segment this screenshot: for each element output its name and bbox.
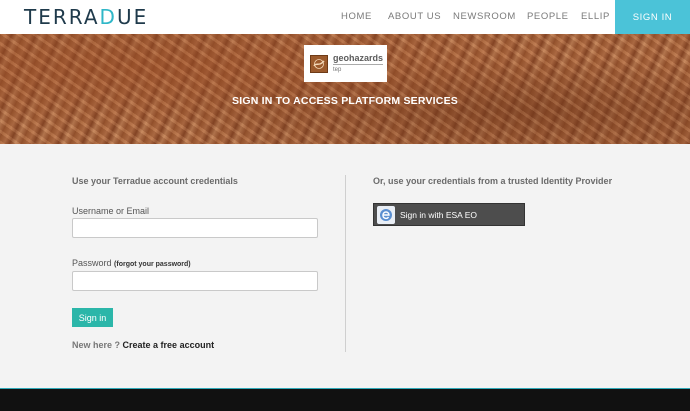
nav-newsroom[interactable]: NEWSROOM xyxy=(453,11,516,22)
terradue-logo[interactable]: TERRADUE xyxy=(24,5,149,29)
username-label: Username or Email xyxy=(72,206,150,216)
logo-text: TERRADUE xyxy=(24,5,149,29)
geohazards-logo-icon xyxy=(310,54,328,73)
badge-title: geohazards xyxy=(333,53,384,65)
esa-eo-signin-button[interactable]: Sign in with ESA EO xyxy=(373,203,525,226)
password-input[interactable] xyxy=(72,271,318,291)
banner-title: SIGN IN TO ACCESS PLATFORM SERVICES xyxy=(232,95,458,107)
esa-eo-icon xyxy=(377,205,395,224)
signin-panel: Use your Terradue account credentials Us… xyxy=(0,144,690,388)
nav-sign-in[interactable]: SIGN IN xyxy=(615,0,690,34)
password-label: Password (forgot your password) xyxy=(72,258,191,268)
footer xyxy=(0,388,690,411)
geohazards-badge: geohazards tep xyxy=(304,45,387,82)
password-label-text: Password xyxy=(72,258,112,268)
hero-banner: geohazards tep SIGN IN TO ACCESS PLATFOR… xyxy=(0,34,690,144)
esa-button-label: Sign in with ESA EO xyxy=(400,209,478,220)
new-here-label: New here ? xyxy=(72,340,121,350)
badge-text: geohazards tep xyxy=(333,53,384,73)
badge-subtitle: tep xyxy=(333,67,342,73)
nav-ellip[interactable]: ELLIP xyxy=(581,11,610,22)
new-here-text: New here ? Create a free account xyxy=(72,340,214,350)
idp-heading: Or, use your credentials from a trusted … xyxy=(373,176,613,186)
forgot-password-link[interactable]: (forgot your password) xyxy=(114,261,191,268)
column-divider xyxy=(345,175,346,352)
sign-in-button[interactable]: Sign in xyxy=(72,308,113,327)
credentials-heading: Use your Terradue account credentials xyxy=(72,176,238,186)
nav-home[interactable]: HOME xyxy=(341,11,372,22)
nav-about-us[interactable]: ABOUT US xyxy=(388,11,441,22)
create-account-link[interactable]: Create a free account xyxy=(123,340,215,350)
username-input[interactable] xyxy=(72,218,318,238)
nav-people[interactable]: PEOPLE xyxy=(527,11,569,22)
top-header: TERRADUE HOME ABOUT US NEWSROOM PEOPLE E… xyxy=(0,0,690,34)
